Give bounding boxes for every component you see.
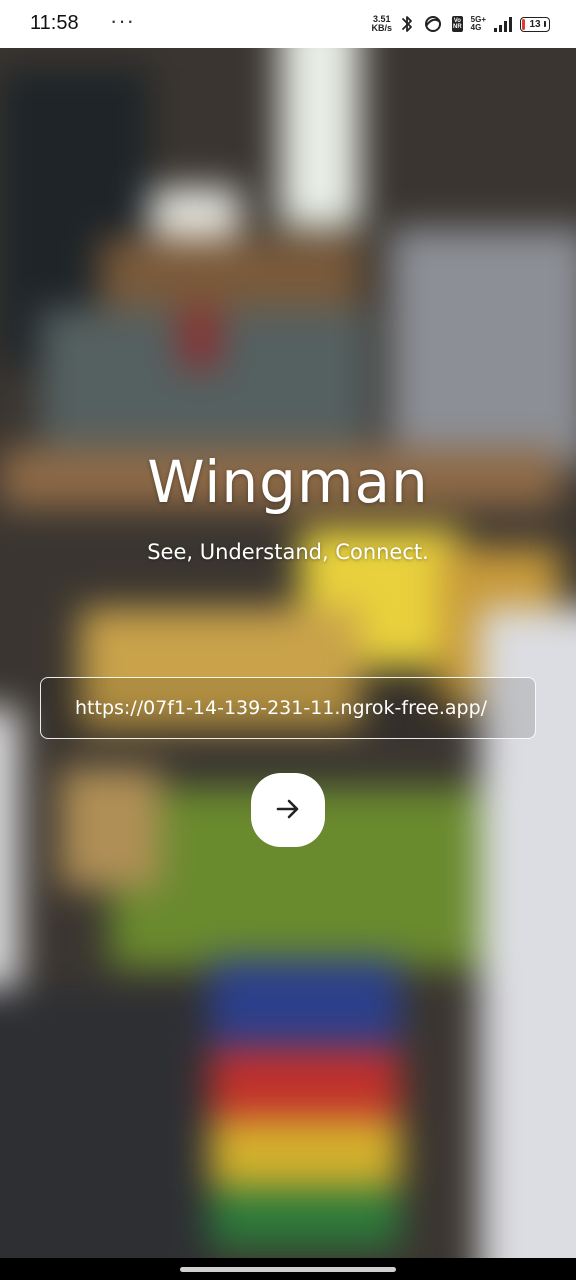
bluetooth-icon [400, 14, 414, 34]
app-title: Wingman [147, 448, 429, 516]
more-notifications-icon: ··· [110, 8, 135, 33]
main-content: Wingman See, Understand, Connect. [0, 48, 576, 1258]
status-time: 11:58 [30, 12, 79, 34]
network-speed-unit: KB/s [371, 23, 392, 33]
battery-icon: 13 [520, 16, 550, 32]
server-url-input[interactable] [40, 677, 536, 739]
status-bar: 11:58 ··· 3.51 KB/s Vo NR 5G+ 4G 13 [0, 0, 576, 48]
signal-icon [494, 16, 512, 32]
go-button[interactable] [251, 773, 325, 847]
app-subtitle: See, Understand, Connect. [147, 540, 429, 564]
battery-level: 13 [529, 18, 541, 30]
home-indicator[interactable] [180, 1267, 396, 1272]
network-type: 5G+ 4G [471, 16, 486, 32]
battery-body: 13 [520, 16, 550, 32]
battery-fill [522, 18, 525, 30]
app-screen: 11:58 ··· 3.51 KB/s Vo NR 5G+ 4G 13 Wing… [0, 0, 576, 1280]
network-type-bottom: 4G [470, 23, 482, 32]
network-speed: 3.51 KB/s [371, 15, 392, 33]
volte-bottom: NR [452, 24, 462, 30]
status-icons: 3.51 KB/s Vo NR 5G+ 4G 13 [371, 12, 550, 36]
navigation-bar [0, 1258, 576, 1280]
volte-icon: Vo NR [451, 16, 463, 32]
link-icon [422, 14, 444, 34]
arrow-right-icon [274, 795, 302, 826]
